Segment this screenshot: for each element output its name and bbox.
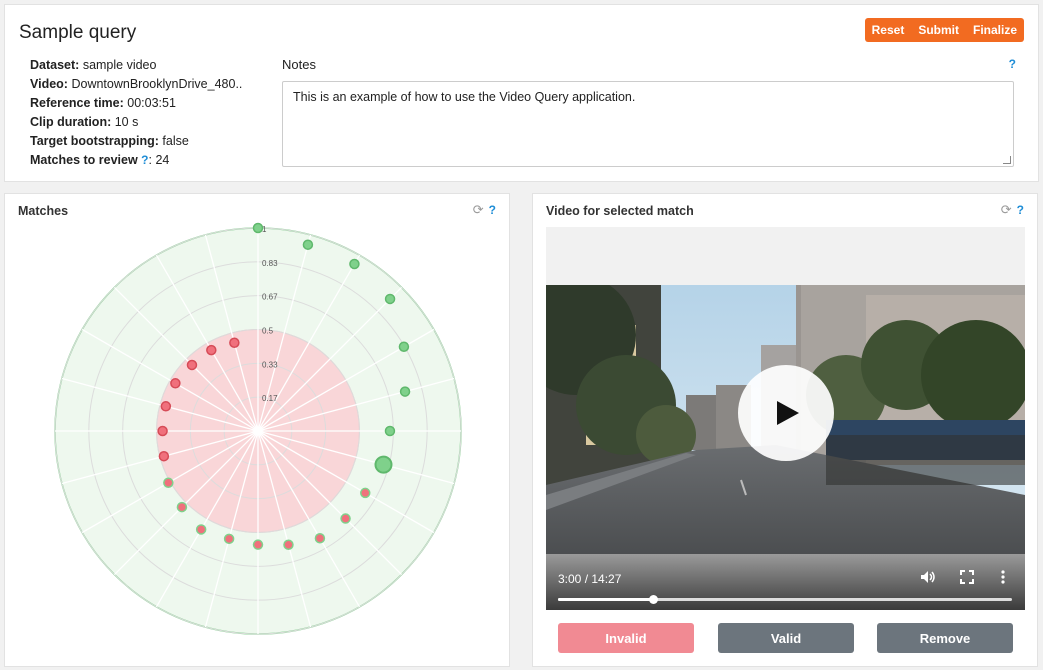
match-point[interactable] [349,258,360,270]
fullscreen-icon[interactable] [960,570,974,587]
submit-button[interactable]: Submit [911,18,966,42]
match-point[interactable] [160,401,172,412]
query-action-buttons: Reset Submit Finalize [864,18,1024,42]
valid-button[interactable]: Valid [718,623,854,653]
match-point[interactable] [223,533,235,545]
match-point[interactable] [384,425,396,437]
match-point[interactable] [314,532,326,544]
clip-duration-label: Clip duration: [30,115,112,129]
target-bootstrapping-row: Target bootstrapping: false [30,132,242,151]
invalid-button[interactable]: Invalid [558,623,694,653]
selected-match-point[interactable] [374,455,393,474]
match-point[interactable] [206,344,217,356]
reference-time-value: 00:03:51 [127,96,176,110]
video-title: Video for selected match [546,204,694,218]
seek-handle[interactable] [649,595,659,604]
ring-label: 0.67 [262,293,278,302]
page-title: Sample query [19,22,137,43]
resize-grip-icon[interactable] [1003,156,1011,164]
seek-bar[interactable] [558,595,1012,604]
ring-label: 0.17 [262,394,278,403]
clip-duration-value: 10 s [114,115,139,129]
matches-title: Matches [18,204,69,218]
clip-duration-row: Clip duration: 10 s [30,113,242,132]
matches-tools: ⟳ ? [473,202,496,218]
matches-radial-chart: 10.830.670.50.330.17 [54,222,462,635]
match-point[interactable] [359,487,371,499]
play-button[interactable] [738,365,834,461]
match-point[interactable] [163,477,174,489]
video-label: Video: [30,77,68,91]
reset-button[interactable]: Reset [865,18,912,42]
video-row: Video: DowntownBrooklynDrive_480.. [30,75,242,94]
more-icon[interactable] [1001,570,1005,587]
video-value: DowntownBrooklynDrive_480.. [71,77,243,91]
matches-help-icon[interactable]: ? [141,153,148,167]
seek-progress [558,598,654,601]
ring-label: 0.83 [262,259,278,268]
dataset-value: sample video [82,58,157,72]
match-point[interactable] [302,239,314,250]
query-info: Dataset: sample video Video: DowntownBro… [30,56,242,170]
reference-time-label: Reference time: [30,96,124,110]
finalize-button[interactable]: Finalize [966,18,1024,42]
ring-label: 0.33 [262,360,278,369]
reference-time-row: Reference time: 00:03:51 [30,94,242,113]
video-frame[interactable]: 3:00 / 14:27 [546,285,1025,610]
matches-to-review-value: : 24 [148,153,170,167]
match-point[interactable] [195,524,207,535]
matches-to-review-row: Matches to review ?: 24 [30,151,242,170]
time-display: 3:00 / 14:27 [558,572,622,586]
match-point[interactable] [176,501,188,513]
video-player: 3:00 / 14:27 [546,227,1025,610]
dataset-label: Dataset: [30,58,80,72]
match-point[interactable] [170,378,181,389]
dataset-row: Dataset: sample video [30,56,242,75]
video-panel-help-icon[interactable]: ? [1017,203,1024,217]
match-point[interactable] [186,359,198,371]
notes-text: This is an example of how to use the Vid… [293,90,636,104]
matches-panel-help-icon[interactable]: ? [489,203,496,217]
ring-label: 0.5 [262,327,274,336]
match-point[interactable] [399,386,411,397]
target-bootstrapping-label: Target bootstrapping: [30,134,159,148]
refresh-icon[interactable]: ⟳ [1001,202,1012,218]
volume-icon[interactable] [920,570,936,587]
notes-help-icon[interactable]: ? [1009,57,1016,71]
matches-to-review-label: Matches to review [30,153,138,167]
query-header-panel: Sample query Reset Submit Finalize Datas… [4,4,1039,182]
video-tools: ⟳ ? [1001,202,1024,218]
match-point[interactable] [252,222,264,234]
remove-button[interactable]: Remove [877,623,1013,653]
video-panel: Video for selected match ⟳ ? 3:00 / 14:2… [532,193,1038,667]
match-point[interactable] [252,539,264,550]
matches-panel: Matches ⟳ ? 1 0.83 0.67 0.5 0.33 0.17 [4,193,510,667]
match-point[interactable] [340,513,351,524]
match-point[interactable] [229,337,240,349]
target-bootstrapping-value: false [162,134,189,148]
play-icon [777,401,799,425]
refresh-icon[interactable]: ⟳ [473,202,484,218]
match-point[interactable] [157,425,168,437]
notes-textarea[interactable]: This is an example of how to use the Vid… [282,81,1014,167]
video-controls: 3:00 / 14:27 [546,554,1025,610]
match-point[interactable] [398,341,410,353]
match-point[interactable] [283,539,294,550]
notes-label: Notes [282,57,316,72]
match-point[interactable] [384,293,396,305]
match-point[interactable] [158,450,170,462]
